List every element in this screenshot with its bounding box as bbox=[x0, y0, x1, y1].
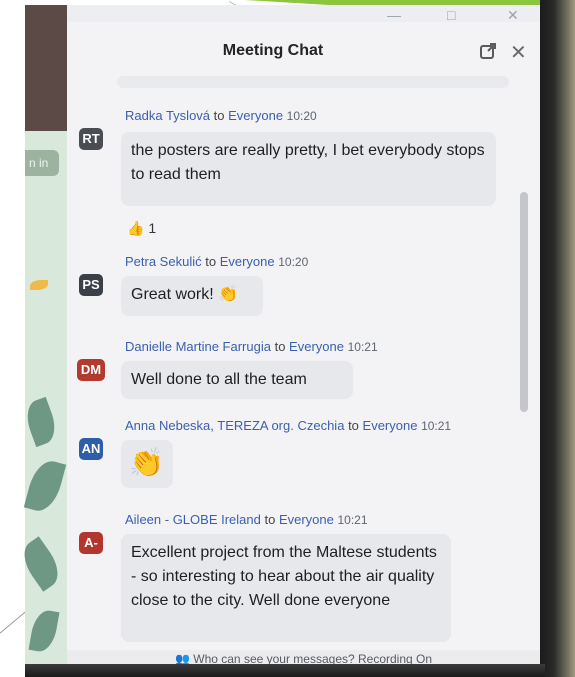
message-bubble[interactable]: Great work! 👏 bbox=[121, 276, 263, 316]
to-word: to bbox=[264, 512, 276, 527]
audience: Everyone bbox=[362, 418, 418, 433]
sender-name[interactable]: Anna Nebeska, TEREZA org. Czechia bbox=[125, 418, 344, 433]
to-word: to bbox=[205, 254, 217, 269]
clap-icon: 👏 bbox=[129, 447, 164, 478]
avatar[interactable]: AN bbox=[79, 438, 103, 460]
scrollbar-thumb[interactable] bbox=[520, 192, 528, 412]
to-word: to bbox=[213, 108, 225, 123]
audience: Everyone bbox=[228, 108, 284, 123]
clap-icon: 👏 bbox=[218, 286, 239, 303]
message-meta: Petra Sekulić to Everyone 10:20 bbox=[125, 254, 308, 269]
sender-name[interactable]: Aileen - GLOBE Ireland bbox=[125, 512, 261, 527]
chat-title: Meeting Chat bbox=[222, 42, 324, 59]
reaction[interactable]: 👍 1 bbox=[127, 220, 156, 237]
reaction-count: 1 bbox=[148, 220, 157, 236]
sender-name[interactable]: Radka Tyslová bbox=[125, 108, 210, 123]
message-bubble[interactable]: Well done to all the team bbox=[121, 361, 353, 399]
meeting-video-tile bbox=[25, 5, 67, 131]
timestamp: 10:21 bbox=[337, 513, 368, 527]
sender-name[interactable]: Danielle Martine Farrugia bbox=[125, 339, 271, 354]
scroll-fade bbox=[117, 76, 509, 88]
to-word: to bbox=[274, 339, 286, 354]
popout-icon[interactable] bbox=[479, 42, 497, 65]
message-meta: Radka Tyslová to Everyone 10:20 bbox=[125, 108, 317, 123]
message-bubble[interactable]: Excellent project from the Maltese stude… bbox=[121, 534, 451, 642]
timestamp: 10:20 bbox=[278, 255, 309, 269]
timestamp: 10:21 bbox=[347, 340, 378, 354]
audience: Everyone bbox=[289, 339, 344, 354]
message-text: Great work! bbox=[131, 286, 214, 303]
device-frame bbox=[540, 0, 575, 677]
message-meta: Aileen - GLOBE Ireland to Everyone 10:21 bbox=[125, 512, 368, 527]
avatar[interactable]: A- bbox=[79, 532, 103, 554]
message-meta: Danielle Martine Farrugia to Everyone 10… bbox=[125, 339, 378, 354]
message-bubble[interactable]: the posters are really pretty, I bet eve… bbox=[121, 132, 496, 206]
join-chip[interactable]: n in bbox=[25, 150, 59, 176]
timestamp: 10:21 bbox=[421, 419, 452, 433]
to-word: to bbox=[348, 418, 359, 433]
maximize-icon[interactable]: □ bbox=[447, 7, 455, 23]
message-bubble[interactable]: 👏 bbox=[121, 440, 173, 488]
device-frame bbox=[25, 664, 545, 677]
meeting-chat-panel: Meeting Chat ✕ Radka Tyslová to Everyone… bbox=[67, 22, 540, 668]
audience: Everyone bbox=[278, 512, 334, 527]
thumbs-up-icon: 👍 bbox=[127, 220, 145, 236]
timestamp: 10:20 bbox=[286, 109, 317, 123]
close-icon[interactable]: ✕ bbox=[510, 40, 527, 65]
avatar[interactable]: PS bbox=[79, 274, 103, 296]
chat-header: Meeting Chat ✕ bbox=[67, 22, 540, 80]
avatar[interactable]: DM bbox=[77, 359, 105, 381]
message-meta: Anna Nebeska, TEREZA org. Czechia to Eve… bbox=[125, 418, 451, 433]
avatar[interactable]: RT bbox=[79, 128, 103, 150]
minimize-icon[interactable]: — bbox=[387, 7, 401, 23]
sender-name[interactable]: Petra Sekulić bbox=[125, 254, 202, 269]
audience: Everyone bbox=[219, 254, 275, 269]
